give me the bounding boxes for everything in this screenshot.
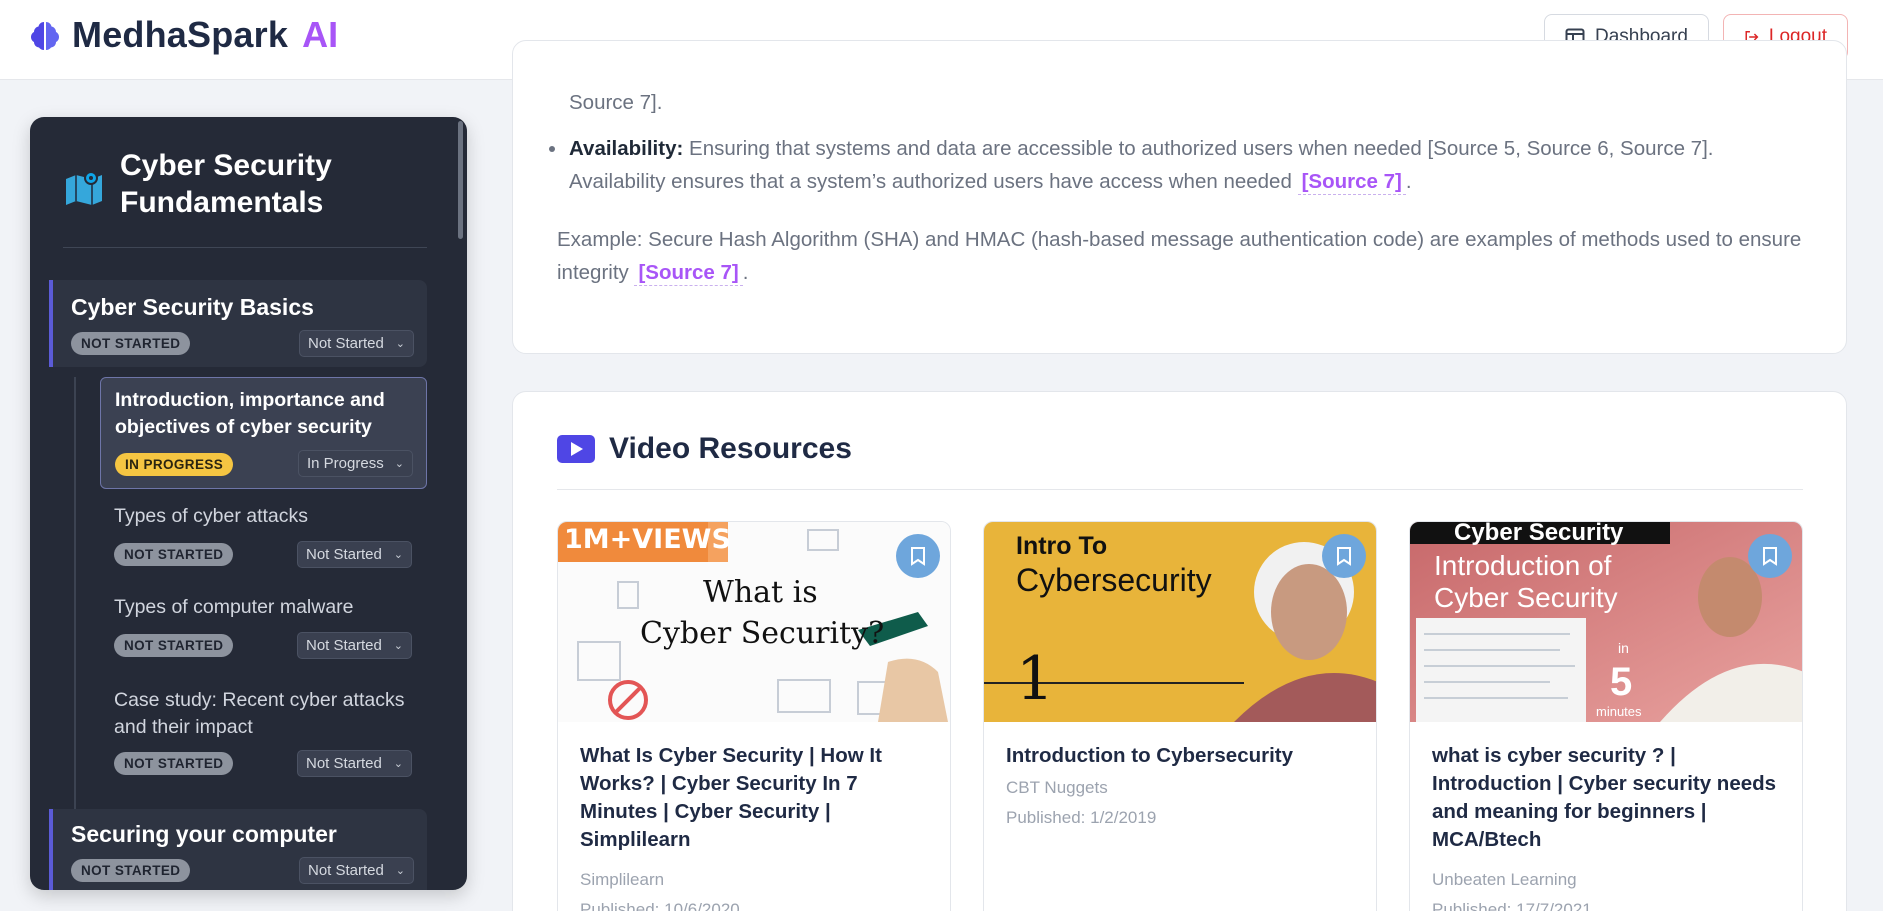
status-select[interactable]: Not Started ⌄ bbox=[299, 857, 414, 884]
bookmark-button[interactable] bbox=[896, 534, 940, 578]
course-header: Cyber Security Fundamentals bbox=[64, 147, 420, 221]
brand-ai: AI bbox=[302, 14, 339, 55]
example-paragraph: Example: Secure Hash Algorithm (SHA) and… bbox=[557, 223, 1807, 289]
thumbnail-number: 1 bbox=[1016, 644, 1055, 714]
thumbnail-text-line2: Cyber Security? bbox=[640, 616, 885, 651]
chevron-down-icon: ⌄ bbox=[394, 458, 404, 470]
brand-logo[interactable]: MedhaSpark AI bbox=[28, 14, 338, 56]
video-card[interactable]: Intro To Cybersecurity 1 Introduction to… bbox=[983, 521, 1377, 911]
chevron-down-icon: ⌄ bbox=[395, 865, 405, 877]
brand-name: MedhaSpark bbox=[72, 14, 289, 55]
thumbnail-text-line2: Cybersecurity bbox=[1016, 562, 1212, 598]
section-divider bbox=[557, 489, 1803, 490]
video-card[interactable]: 1M+VIEWS What is Cyber Security? What Is… bbox=[557, 521, 951, 911]
bookmark-icon bbox=[911, 547, 925, 566]
lesson-title: Case study: Recent cyber attacks and the… bbox=[114, 689, 405, 738]
video-title[interactable]: what is cyber security ? | Introduction … bbox=[1432, 742, 1782, 854]
thumbnail-unit: minutes bbox=[1596, 704, 1642, 719]
bullet-text: Source 7]. bbox=[569, 91, 663, 114]
citation-link[interactable]: [Source 7] bbox=[1297, 170, 1406, 195]
thumbnail-text-line1: What is bbox=[703, 575, 818, 610]
bullet-text: Ensuring that systems and data are acces… bbox=[569, 137, 1714, 193]
thumbnail-text-line2: Cyber Security bbox=[1434, 582, 1618, 613]
status-badge: NOT STARTED bbox=[114, 634, 234, 657]
module-cyber-security-basics[interactable]: Cyber Security Basics NOT STARTED Not St… bbox=[49, 280, 427, 367]
thumbnail-text-line1: Intro To bbox=[1016, 532, 1108, 560]
course-title: Cyber Security Fundamentals bbox=[120, 149, 332, 219]
status-select[interactable]: Not Started ⌄ bbox=[297, 632, 412, 659]
lesson-item-types-of-cyber-attacks[interactable]: Types of cyber attacks NOT STARTED Not S… bbox=[100, 503, 427, 583]
map-icon bbox=[66, 171, 102, 205]
bookmark-icon bbox=[1337, 547, 1351, 566]
video-channel: CBT Nuggets bbox=[1006, 778, 1108, 797]
video-channel: Simplilearn bbox=[580, 870, 665, 889]
status-select-value: In Progress bbox=[307, 455, 384, 472]
status-select-value: Not Started bbox=[306, 637, 382, 654]
status-select[interactable]: Not Started ⌄ bbox=[299, 330, 414, 357]
video-resources-card: Video Resources 1M+VIEWS What is Cyber S… bbox=[512, 391, 1847, 911]
citation-link[interactable]: [Source 7] bbox=[634, 261, 743, 286]
lesson-title: Types of computer malware bbox=[114, 596, 354, 618]
lesson-title: Introduction, importance and objectives … bbox=[115, 389, 385, 438]
status-select[interactable]: Not Started ⌄ bbox=[297, 750, 412, 777]
chevron-down-icon: ⌄ bbox=[393, 758, 403, 770]
video-thumbnail[interactable]: 1M+VIEWS What is Cyber Security? bbox=[558, 522, 950, 722]
bookmark-button[interactable] bbox=[1748, 534, 1792, 578]
bullet-availability: Availability: Ensuring that systems and … bbox=[549, 132, 1789, 198]
video-icon bbox=[557, 435, 595, 463]
bullet-label: Availability: bbox=[569, 137, 684, 160]
course-sidebar: Cyber Security Fundamentals Cyber Securi… bbox=[30, 117, 467, 890]
thumbnail-banner: 1M+VIEWS bbox=[564, 524, 731, 555]
status-select-value: Not Started bbox=[308, 335, 384, 352]
section-title: Video Resources bbox=[609, 432, 852, 465]
video-resources-header: Video Resources bbox=[557, 432, 852, 466]
lesson-item-introduction[interactable]: Introduction, importance and objectives … bbox=[100, 377, 427, 489]
status-select[interactable]: Not Started ⌄ bbox=[297, 541, 412, 568]
bookmark-button[interactable] bbox=[1322, 534, 1366, 578]
status-badge: IN PROGRESS bbox=[115, 453, 234, 476]
sidebar-scrollbar[interactable] bbox=[458, 121, 463, 239]
lesson-content-card: Source 7]. Availability: Ensuring that s… bbox=[512, 40, 1847, 354]
thumbnail-number: 5 bbox=[1610, 660, 1633, 704]
status-badge: NOT STARTED bbox=[114, 543, 234, 566]
thumbnail-text-line1: Introduction of bbox=[1434, 550, 1612, 581]
video-channel: Unbeaten Learning bbox=[1432, 870, 1577, 889]
module-securing-your-computer[interactable]: Securing your computer NOT STARTED Not S… bbox=[49, 809, 427, 890]
chevron-down-icon: ⌄ bbox=[395, 338, 405, 350]
brain-icon bbox=[31, 22, 59, 50]
bullet-integrity-tail: Source 7]. bbox=[569, 86, 1789, 119]
status-select-value: Not Started bbox=[306, 546, 382, 563]
module-title: Securing your computer bbox=[71, 821, 337, 847]
module-title: Cyber Security Basics bbox=[71, 294, 314, 320]
lesson-title: Types of cyber attacks bbox=[114, 505, 309, 527]
status-select-value: Not Started bbox=[306, 755, 382, 772]
chevron-down-icon: ⌄ bbox=[393, 549, 403, 561]
lesson-item-case-study[interactable]: Case study: Recent cyber attacks and the… bbox=[100, 687, 427, 792]
video-published: Published: 10/6/2020 bbox=[580, 900, 740, 911]
thumbnail-banner: Cyber Security bbox=[1454, 522, 1624, 546]
bookmark-icon bbox=[1763, 547, 1777, 566]
video-thumbnail[interactable]: Cyber Security Introduction of Cyber Sec… bbox=[1410, 522, 1802, 722]
sidebar-divider bbox=[63, 247, 427, 248]
status-select[interactable]: In Progress ⌄ bbox=[298, 450, 413, 477]
video-published: Published: 1/2/2019 bbox=[1006, 808, 1157, 827]
lesson-item-types-of-malware[interactable]: Types of computer malware NOT STARTED No… bbox=[100, 594, 427, 674]
status-select-value: Not Started bbox=[308, 862, 384, 879]
video-title[interactable]: Introduction to Cybersecurity bbox=[1006, 742, 1356, 770]
status-badge: NOT STARTED bbox=[71, 332, 191, 355]
bullet-dot bbox=[549, 146, 555, 152]
chevron-down-icon: ⌄ bbox=[393, 640, 403, 652]
status-badge: NOT STARTED bbox=[114, 752, 234, 775]
video-title[interactable]: What Is Cyber Security | How It Works? |… bbox=[580, 742, 930, 854]
thumbnail-in: in bbox=[1618, 640, 1629, 656]
period: . bbox=[1405, 170, 1412, 193]
period: . bbox=[742, 261, 749, 284]
video-card[interactable]: Cyber Security Introduction of Cyber Sec… bbox=[1409, 521, 1803, 911]
status-badge: NOT STARTED bbox=[71, 859, 191, 882]
video-thumbnail[interactable]: Intro To Cybersecurity 1 bbox=[984, 522, 1376, 722]
video-published: Published: 17/7/2021 bbox=[1432, 900, 1592, 911]
